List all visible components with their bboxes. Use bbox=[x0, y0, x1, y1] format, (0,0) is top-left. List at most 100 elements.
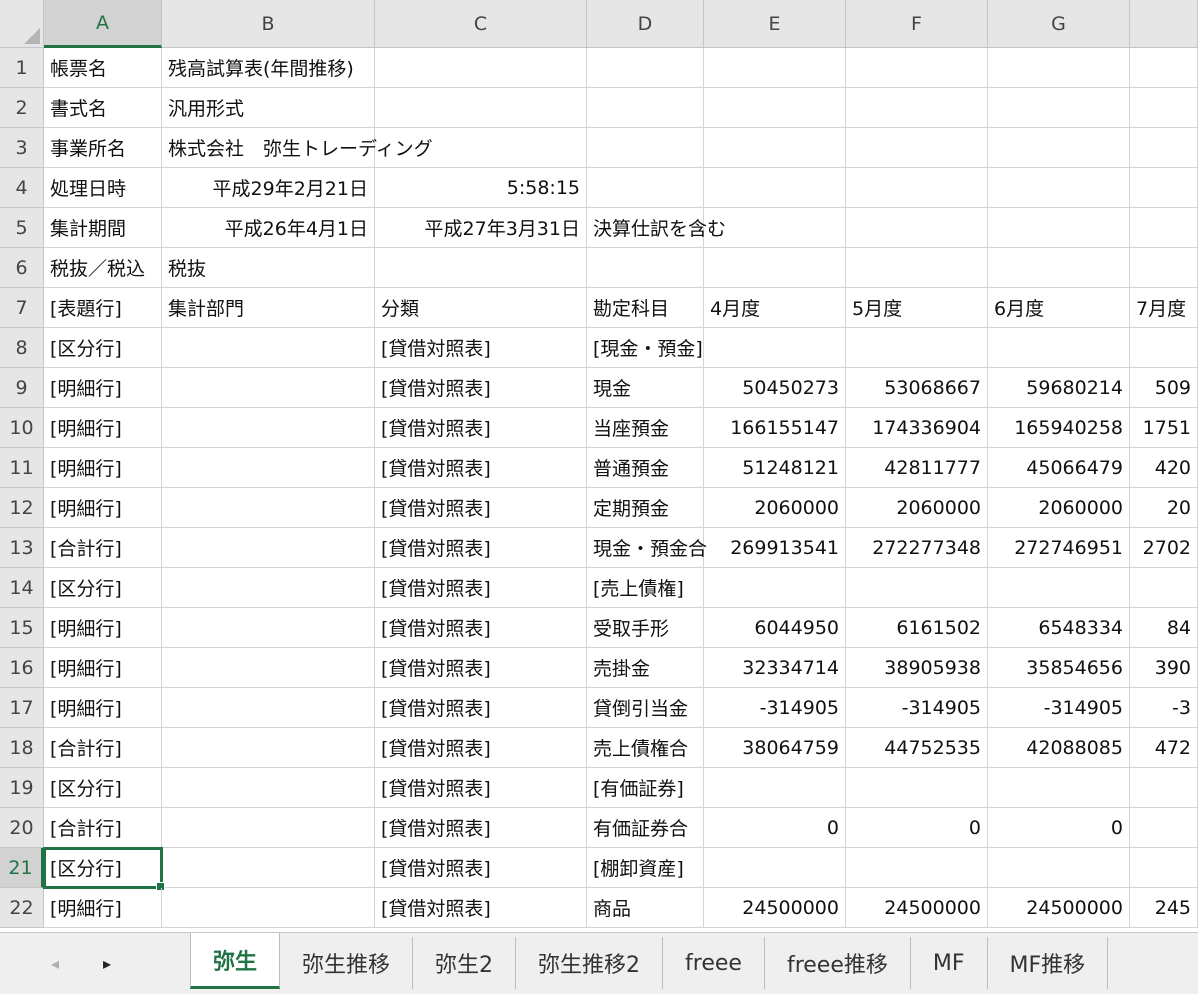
cell-e17[interactable]: -314905 bbox=[704, 688, 846, 728]
cell-f1[interactable] bbox=[846, 48, 988, 88]
row-header-6[interactable]: 6 bbox=[0, 248, 44, 288]
cell-f4[interactable] bbox=[846, 168, 988, 208]
cell-c9[interactable]: [貸借対照表] bbox=[375, 368, 587, 408]
cell-e13[interactable]: 269913541 bbox=[704, 528, 846, 568]
cell-g12[interactable]: 2060000 bbox=[988, 488, 1130, 528]
cell-d5[interactable]: 決算仕訳を含む bbox=[587, 208, 726, 248]
cell-e8[interactable] bbox=[704, 328, 846, 368]
cell-h15[interactable]: 84 bbox=[1130, 608, 1198, 648]
cell-h17[interactable]: -3 bbox=[1130, 688, 1198, 728]
cell-f19[interactable] bbox=[846, 768, 988, 808]
cell-f14[interactable] bbox=[846, 568, 988, 608]
cell-h8[interactable] bbox=[1130, 328, 1198, 368]
cell-c11[interactable]: [貸借対照表] bbox=[375, 448, 587, 488]
cell-b4[interactable]: 平成29年2月21日 bbox=[162, 168, 375, 208]
cell-d8[interactable]: [現金・預金] bbox=[587, 328, 704, 368]
cell-g17[interactable]: -314905 bbox=[988, 688, 1130, 728]
cell-f17[interactable]: -314905 bbox=[846, 688, 988, 728]
cell-e11[interactable]: 51248121 bbox=[704, 448, 846, 488]
cell-e12[interactable]: 2060000 bbox=[704, 488, 846, 528]
cell-d21[interactable]: [棚卸資産] bbox=[587, 848, 704, 888]
cell-a21[interactable]: [区分行] bbox=[43, 847, 165, 891]
sheet-tab-5[interactable]: freee bbox=[663, 937, 765, 989]
scroll-left-icon[interactable]: ◂ bbox=[40, 945, 70, 981]
cell-g3[interactable] bbox=[988, 128, 1130, 168]
cell-h18[interactable]: 472 bbox=[1130, 728, 1198, 768]
cell-h2[interactable] bbox=[1130, 88, 1198, 128]
column-header-h[interactable] bbox=[1130, 0, 1198, 48]
cell-b6[interactable]: 税抜 bbox=[162, 248, 375, 288]
cell-e4[interactable] bbox=[704, 168, 846, 208]
column-header-c[interactable]: C bbox=[375, 0, 587, 48]
cell-c13[interactable]: [貸借対照表] bbox=[375, 528, 587, 568]
cell-g18[interactable]: 42088085 bbox=[988, 728, 1130, 768]
row-header-3[interactable]: 3 bbox=[0, 128, 44, 168]
sheet-tab-8[interactable]: MF推移 bbox=[988, 937, 1109, 989]
cell-a20[interactable]: [合計行] bbox=[44, 808, 162, 848]
cell-e16[interactable]: 32334714 bbox=[704, 648, 846, 688]
cell-d10[interactable]: 当座預金 bbox=[587, 408, 704, 448]
row-header-1[interactable]: 1 bbox=[0, 48, 44, 88]
cell-c15[interactable]: [貸借対照表] bbox=[375, 608, 587, 648]
sheet-tab-3[interactable]: 弥生2 bbox=[413, 937, 517, 989]
cell-e20[interactable]: 0 bbox=[704, 808, 846, 848]
row-header-8[interactable]: 8 bbox=[0, 328, 44, 368]
cell-d14[interactable]: [売上債権] bbox=[587, 568, 704, 608]
cell-g7[interactable]: 6月度 bbox=[988, 288, 1130, 328]
cell-a3[interactable]: 事業所名 bbox=[44, 128, 162, 168]
cell-a5[interactable]: 集計期間 bbox=[44, 208, 162, 248]
cell-b18[interactable] bbox=[162, 728, 375, 768]
cell-g19[interactable] bbox=[988, 768, 1130, 808]
cell-c4[interactable]: 5:58:15 bbox=[375, 168, 587, 208]
cell-c10[interactable]: [貸借対照表] bbox=[375, 408, 587, 448]
cell-h9[interactable]: 509 bbox=[1130, 368, 1198, 408]
sheet-tab-2[interactable]: 弥生推移 bbox=[280, 937, 414, 989]
cell-d3[interactable] bbox=[587, 128, 704, 168]
row-header-16[interactable]: 16 bbox=[0, 648, 44, 688]
cell-e15[interactable]: 6044950 bbox=[704, 608, 846, 648]
cell-d16[interactable]: 売掛金 bbox=[587, 648, 704, 688]
cell-h5[interactable] bbox=[1130, 208, 1198, 248]
cell-b12[interactable] bbox=[162, 488, 375, 528]
cell-h11[interactable]: 420 bbox=[1130, 448, 1198, 488]
sheet-tab-7[interactable]: MF bbox=[911, 937, 988, 989]
cell-h19[interactable] bbox=[1130, 768, 1198, 808]
cell-b22[interactable] bbox=[162, 888, 375, 928]
cell-f2[interactable] bbox=[846, 88, 988, 128]
cell-h16[interactable]: 390 bbox=[1130, 648, 1198, 688]
cell-f11[interactable]: 42811777 bbox=[846, 448, 988, 488]
cell-c1[interactable] bbox=[375, 48, 587, 88]
cell-c20[interactable]: [貸借対照表] bbox=[375, 808, 587, 848]
row-header-7[interactable]: 7 bbox=[0, 288, 44, 328]
cell-h10[interactable]: 1751 bbox=[1130, 408, 1198, 448]
cell-a12[interactable]: [明細行] bbox=[44, 488, 162, 528]
row-header-13[interactable]: 13 bbox=[0, 528, 44, 568]
cell-b10[interactable] bbox=[162, 408, 375, 448]
cell-b5[interactable]: 平成26年4月1日 bbox=[162, 208, 375, 248]
cell-f22[interactable]: 24500000 bbox=[846, 888, 988, 928]
column-header-e[interactable]: E bbox=[704, 0, 846, 48]
row-header-20[interactable]: 20 bbox=[0, 808, 44, 848]
cell-g8[interactable] bbox=[988, 328, 1130, 368]
cell-c21[interactable]: [貸借対照表] bbox=[375, 848, 587, 888]
column-header-b[interactable]: B bbox=[162, 0, 375, 48]
cell-g5[interactable] bbox=[988, 208, 1130, 248]
cell-a11[interactable]: [明細行] bbox=[44, 448, 162, 488]
row-header-12[interactable]: 12 bbox=[0, 488, 44, 528]
cell-b20[interactable] bbox=[162, 808, 375, 848]
cell-d1[interactable] bbox=[587, 48, 704, 88]
cell-d15[interactable]: 受取手形 bbox=[587, 608, 704, 648]
cell-d7[interactable]: 勘定科目 bbox=[587, 288, 704, 328]
cell-a7[interactable]: [表題行] bbox=[44, 288, 162, 328]
cell-h12[interactable]: 20 bbox=[1130, 488, 1198, 528]
row-header-5[interactable]: 5 bbox=[0, 208, 44, 248]
row-header-9[interactable]: 9 bbox=[0, 368, 44, 408]
cell-e22[interactable]: 24500000 bbox=[704, 888, 846, 928]
cell-g14[interactable] bbox=[988, 568, 1130, 608]
cell-g2[interactable] bbox=[988, 88, 1130, 128]
cell-a15[interactable]: [明細行] bbox=[44, 608, 162, 648]
cell-f10[interactable]: 174336904 bbox=[846, 408, 988, 448]
cell-f3[interactable] bbox=[846, 128, 988, 168]
cell-c14[interactable]: [貸借対照表] bbox=[375, 568, 587, 608]
cell-g21[interactable] bbox=[988, 848, 1130, 888]
